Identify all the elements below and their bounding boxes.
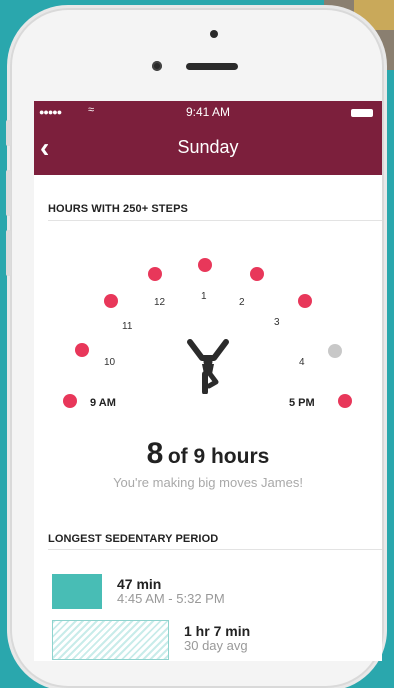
hour-label: 11 — [122, 321, 133, 332]
hour-label: 1 — [201, 291, 207, 302]
section-divider — [48, 220, 382, 221]
hours-summary: 8 of 9 hours — [34, 437, 382, 471]
battery-icon — [351, 109, 373, 117]
sedentary-bar-today — [52, 574, 102, 609]
volume-down-button — [6, 230, 11, 276]
earpiece-speaker — [186, 63, 238, 70]
mute-switch — [6, 120, 11, 146]
sedentary-average-value: 1 hr 7 min — [184, 623, 251, 639]
status-bar: ●●●●● ≈ 9:41 AM — [34, 101, 382, 125]
sedentary-today-range: 4:45 AM - 5:32 PM — [117, 591, 225, 606]
hour-dot — [298, 294, 312, 308]
hour-label: 5 PM — [289, 397, 315, 409]
motivation-message: You're making big moves James! — [113, 475, 303, 490]
hour-label: 3 — [274, 317, 280, 328]
status-time: 9:41 AM — [185, 105, 231, 119]
hour-dot — [328, 344, 342, 358]
section-divider — [48, 549, 382, 550]
app-screen: ●●●●● ≈ 9:41 AM ‹ Sunday HOURS WITH 250+… — [34, 101, 382, 661]
proximity-sensor — [210, 30, 218, 38]
hours-section-heading: HOURS WITH 250+ STEPS — [48, 203, 188, 215]
hour-label: 4 — [299, 357, 305, 368]
sedentary-bar-average — [52, 620, 169, 660]
sedentary-today-value: 47 min — [117, 576, 162, 592]
hour-dot — [250, 267, 264, 281]
hour-label: 9 AM — [90, 397, 116, 409]
front-camera — [152, 61, 162, 71]
hour-dot — [148, 267, 162, 281]
hour-label: 12 — [154, 297, 166, 308]
sedentary-section-heading: LONGEST SEDENTARY PERIOD — [48, 533, 219, 545]
summary-label: of 9 hours — [167, 445, 270, 468]
hour-dot — [75, 343, 89, 357]
nav-bar: ‹ Sunday — [34, 125, 382, 175]
hour-dot — [104, 294, 118, 308]
hour-dot — [198, 258, 212, 272]
hour-dot — [338, 394, 352, 408]
hour-label: 10 — [104, 357, 116, 368]
hour-label: 2 — [239, 297, 245, 308]
active-person-icon — [187, 339, 229, 394]
summary-count: 8 — [146, 437, 164, 470]
hour-dot — [63, 394, 77, 408]
app-header: ●●●●● ≈ 9:41 AM ‹ Sunday — [34, 101, 382, 175]
page-title: Sunday — [177, 137, 239, 157]
volume-up-button — [6, 170, 11, 216]
